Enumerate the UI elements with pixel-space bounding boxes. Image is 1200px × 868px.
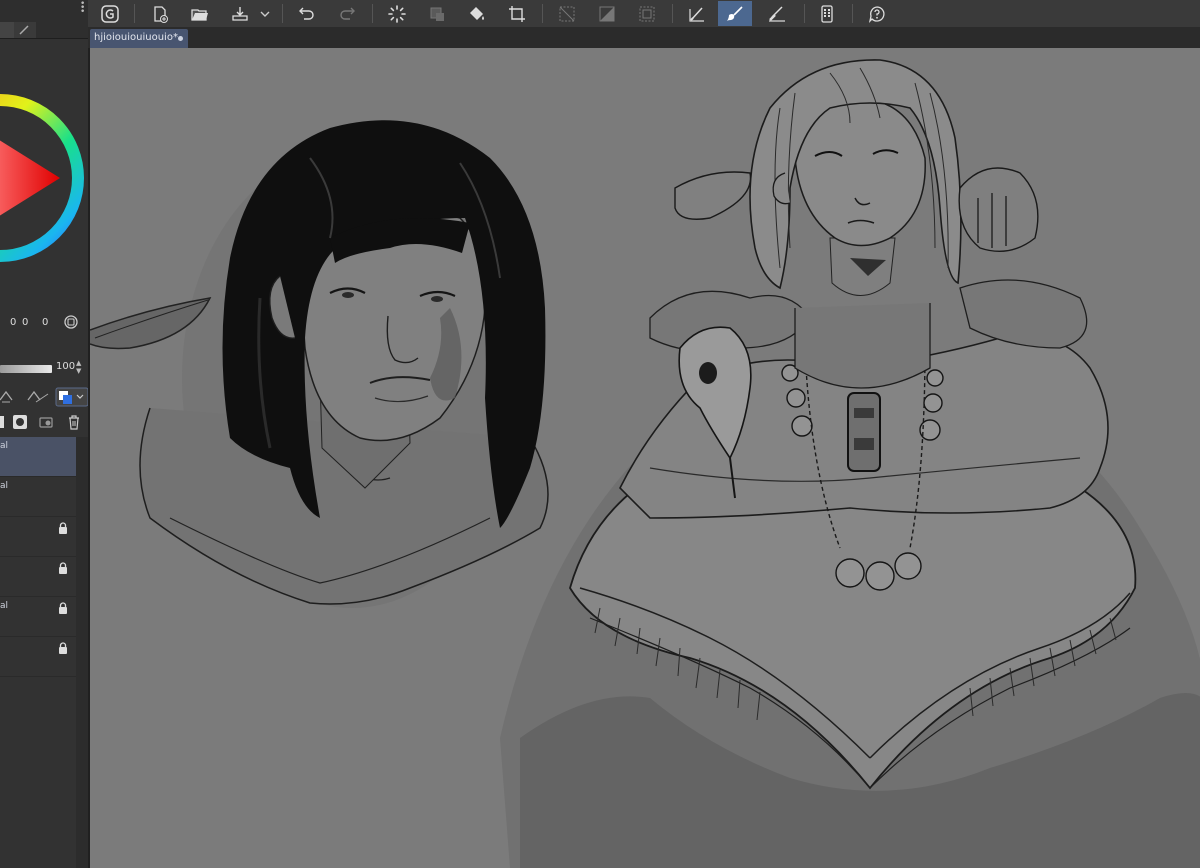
tablet-mode-icon: [821, 4, 833, 23]
layer-list: al al al: [0, 437, 76, 677]
color-value-1: 0: [10, 317, 17, 328]
loading-spinner-icon: [388, 4, 406, 23]
layer-row[interactable]: al: [0, 437, 76, 477]
merge-layer-icon[interactable]: [38, 414, 54, 430]
layer-name: al: [0, 441, 9, 451]
open-folder-icon: [191, 8, 208, 21]
saturation-triangle: [0, 140, 60, 216]
export-dropdown-button[interactable]: [257, 1, 273, 26]
transform-button[interactable]: [424, 1, 450, 26]
crop-button[interactable]: [504, 1, 530, 26]
opacity-stepper-icon[interactable]: ▲ ▼: [76, 359, 86, 377]
layer-row[interactable]: al: [0, 477, 76, 517]
pen-tool-button[interactable]: [684, 1, 710, 26]
document-tab-bar: hjioiouiouiuouio*: [88, 27, 1200, 48]
lock-icon[interactable]: [58, 602, 68, 614]
color-mode-icon[interactable]: [64, 315, 78, 329]
clear-selection-icon: [559, 6, 575, 21]
transform-icon: [430, 7, 444, 21]
new-canvas-icon: [154, 5, 168, 23]
layer-color-dropdown[interactable]: [55, 387, 89, 407]
eraser-tool-icon: [769, 5, 785, 22]
color-value-3: 0: [42, 317, 49, 328]
invert-selection-icon: [599, 6, 615, 21]
undo-icon: [299, 7, 314, 20]
redo-icon: [340, 7, 355, 20]
lock-icon[interactable]: [58, 522, 68, 534]
command-bar: [88, 0, 1200, 28]
layer-name: al: [0, 481, 9, 491]
selection-border-button[interactable]: [634, 1, 660, 26]
help-icon: [868, 5, 885, 23]
tablet-mode-button[interactable]: [814, 1, 840, 26]
layer-row[interactable]: al: [0, 597, 76, 637]
reference-layer-icon[interactable]: [0, 390, 13, 403]
opacity-slider[interactable]: [0, 365, 52, 373]
opacity-value[interactable]: 100: [56, 361, 75, 372]
panel-menu-icon[interactable]: • • •: [80, 0, 85, 17]
clip-studio-button[interactable]: [97, 1, 123, 26]
redo-button[interactable]: [334, 1, 360, 26]
clip-studio-icon: [101, 4, 119, 23]
unsaved-dot-icon[interactable]: [178, 36, 183, 41]
open-button[interactable]: [187, 1, 213, 26]
export-button[interactable]: [227, 1, 253, 26]
invert-selection-button[interactable]: [594, 1, 620, 26]
document-tab-title: hjioiouiouiuouio*: [94, 32, 178, 43]
brush-tool-icon: [727, 5, 743, 21]
fill-button[interactable]: [464, 1, 490, 26]
delete-layer-icon[interactable]: [66, 414, 82, 430]
blend-row: [0, 386, 89, 408]
layer-name: al: [0, 601, 9, 611]
lock-icon[interactable]: [58, 562, 68, 574]
panel-header: • • •: [0, 0, 88, 39]
canvas-area[interactable]: [88, 48, 1200, 868]
layer-tools: [0, 412, 88, 434]
panel-tab-pen[interactable]: [14, 22, 36, 38]
new-canvas-button[interactable]: [147, 1, 173, 26]
selection-border-icon: [639, 6, 655, 21]
brush-tool-button[interactable]: [718, 1, 752, 26]
pen-tool-icon: [689, 6, 704, 22]
layer-scrollbar[interactable]: [76, 437, 88, 868]
color-values: 0 0 0: [0, 314, 88, 334]
cloaked-figure-sketch-right: [500, 59, 1200, 868]
layer-row[interactable]: [0, 517, 76, 557]
document-tab[interactable]: hjioiouiouiuouio*: [90, 29, 188, 48]
help-button[interactable]: [864, 1, 890, 26]
portrait-sketch-left: [90, 120, 549, 608]
lock-icon[interactable]: [58, 642, 68, 654]
layer-row[interactable]: [0, 637, 76, 677]
clear-selection-button[interactable]: [554, 1, 580, 26]
left-panel: • • • 0 0 0 100 ▲ ▼ al al al: [0, 0, 89, 868]
opacity-row: 100 ▲ ▼: [0, 358, 88, 380]
layer-row[interactable]: [0, 557, 76, 597]
fill-bucket-icon: [470, 6, 484, 20]
export-icon: [232, 6, 248, 21]
clipping-icon[interactable]: [27, 390, 49, 403]
sketch-artwork: [90, 59, 1200, 868]
export-dropdown-icon: [260, 11, 270, 17]
layer-mask-icon[interactable]: [12, 414, 28, 430]
progress-button[interactable]: [384, 1, 410, 26]
color-value-2: 0: [22, 317, 29, 328]
undo-button[interactable]: [294, 1, 320, 26]
eraser-tool-button[interactable]: [764, 1, 790, 26]
panel-tab-color[interactable]: [0, 22, 14, 38]
color-wheel[interactable]: [0, 40, 88, 308]
crop-icon: [509, 5, 525, 22]
